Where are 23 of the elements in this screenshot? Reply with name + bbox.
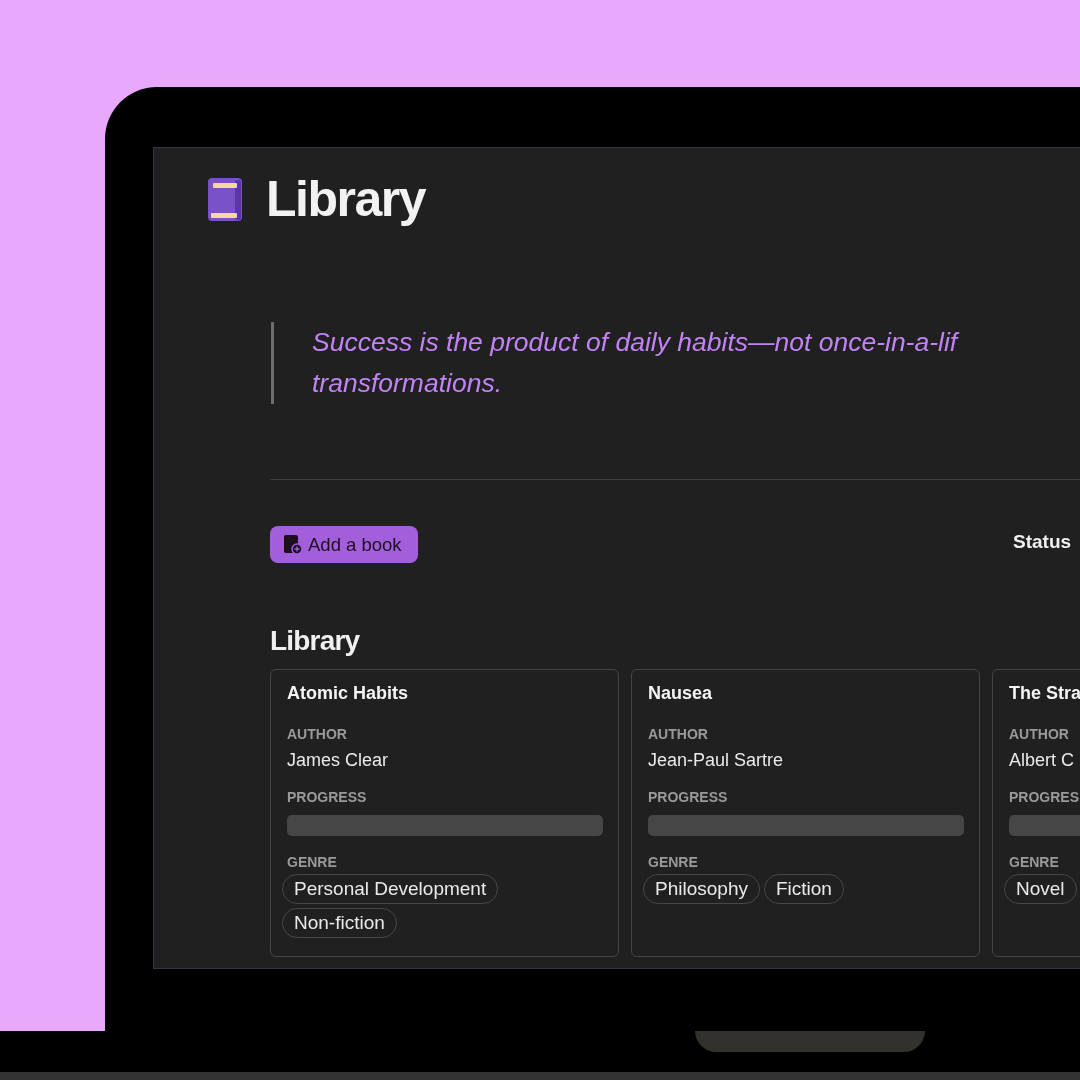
field-label: GENRE — [287, 854, 338, 870]
field-label: AUTHOR — [287, 726, 348, 742]
author-name: James Clear — [287, 750, 390, 771]
book-title: Atomic Habits — [287, 683, 410, 704]
field-label: PROGRESS — [287, 789, 368, 805]
field-label: GENRE — [1009, 854, 1060, 870]
field-label: PROGRESS — [648, 789, 729, 805]
author-name: Albert C — [1009, 750, 1076, 771]
section-title: Library — [270, 625, 361, 657]
quote: Success is the product of daily habits—not once-in-a-lif transformations. — [271, 322, 1080, 404]
book-icon — [208, 177, 242, 221]
status-label[interactable]: Status — [1013, 530, 1080, 553]
add-file-icon — [284, 534, 303, 555]
book-card[interactable]: Atomic Habits AUTHOR James Clear PROGRESS GENRE Personal Development Non-fiction — [270, 669, 619, 957]
author-name: Jean-Paul Sartre — [648, 750, 785, 771]
add-book-button[interactable]: Add a book — [270, 526, 418, 563]
field-label: AUTHOR — [1009, 726, 1070, 742]
book-title: Nausea — [648, 683, 714, 704]
field-label: AUTHOR — [648, 726, 709, 742]
page-title: Library — [266, 170, 425, 228]
field-label: PROGRES — [1009, 789, 1080, 805]
field-label: GENRE — [648, 854, 699, 870]
book-card[interactable]: Nausea AUTHOR Jean-Paul Sartre PROGRESS GENRE Philosophy Fiction — [631, 669, 980, 957]
